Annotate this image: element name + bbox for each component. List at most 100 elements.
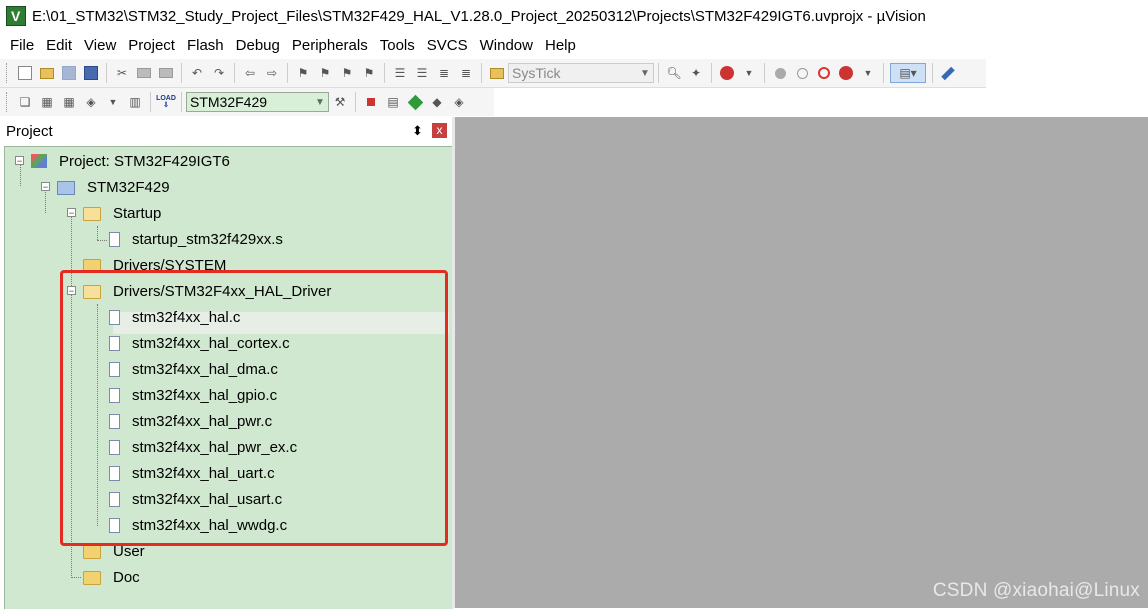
uncomment-icon[interactable]: ≣ xyxy=(457,64,475,82)
menu-help[interactable]: Help xyxy=(539,37,582,54)
watermark: CSDN @xiaohai@Linux xyxy=(932,580,1140,601)
copy-icon[interactable] xyxy=(135,64,153,82)
new-file-icon[interactable] xyxy=(16,64,34,82)
redo-icon[interactable]: ↷ xyxy=(210,64,228,82)
editor-workspace xyxy=(455,117,1148,608)
tree-file[interactable]: startup_stm32f429xx.s xyxy=(109,228,283,250)
rebuild-icon[interactable]: ▦ xyxy=(60,93,78,111)
incremental-find-icon[interactable]: ✦ xyxy=(687,64,705,82)
tree-group-startup[interactable]: Startup xyxy=(83,202,161,224)
navigate-back-icon[interactable]: ⇦ xyxy=(241,64,259,82)
pin-icon[interactable]: ⬍ xyxy=(412,123,423,139)
collapse-toggle[interactable]: − xyxy=(41,182,50,192)
menu-flash[interactable]: Flash xyxy=(181,37,230,54)
menu-tools[interactable]: Tools xyxy=(374,37,421,54)
window-layout-icon[interactable]: ▤▾ xyxy=(890,63,926,83)
insert-bookmark-icon[interactable]: ⚑ xyxy=(294,64,312,82)
menu-peripherals[interactable]: Peripherals xyxy=(286,37,374,54)
paste-icon[interactable] xyxy=(157,64,175,82)
kill-breakpoints-icon[interactable] xyxy=(837,64,855,82)
toolbar-empty-area xyxy=(986,59,1148,116)
toolbar-separator xyxy=(150,92,151,112)
stop-build-icon[interactable]: ▥ xyxy=(126,93,144,111)
open-file-icon[interactable] xyxy=(38,64,56,82)
clear-bookmarks-icon[interactable]: ⚑ xyxy=(360,64,378,82)
toolbar-grip[interactable] xyxy=(6,63,10,83)
build-icon[interactable]: ▦ xyxy=(38,93,56,111)
file-extensions-icon[interactable]: ▤ xyxy=(384,93,402,111)
toolbar-grip[interactable] xyxy=(6,92,10,112)
chevron-down-icon[interactable]: ▼ xyxy=(637,68,653,79)
translate-icon[interactable]: ❏ xyxy=(16,93,34,111)
pack-installer-icon[interactable]: ◈ xyxy=(450,93,468,111)
batch-build-icon[interactable]: ◈ xyxy=(82,93,100,111)
toolbar-separator xyxy=(181,92,182,112)
tree-line xyxy=(71,577,81,578)
configure-icon[interactable] xyxy=(939,64,957,82)
undo-icon[interactable]: ↶ xyxy=(188,64,206,82)
menu-edit[interactable]: Edit xyxy=(40,37,78,54)
select-packs-icon[interactable]: ◆ xyxy=(428,93,446,111)
tree-project-root[interactable]: Project: STM32F429IGT6 xyxy=(31,150,230,172)
menu-debug[interactable]: Debug xyxy=(230,37,286,54)
file-toolbar: ✂ ↶ ↷ ⇦ ⇨ ⚑ ⚑ ⚑ ⚑ ☰ ☰ ≣ ≣ SysTick ▼ 🔍︎ ✦… xyxy=(0,59,986,88)
collapse-toggle[interactable]: − xyxy=(15,156,24,166)
toolbar-separator xyxy=(932,63,933,83)
toolbar-separator xyxy=(355,92,356,112)
download-icon[interactable]: LOAD ⇩ xyxy=(156,93,176,111)
folder-open-icon xyxy=(83,207,101,221)
tree-file-label: startup_stm32f429xx.s xyxy=(132,230,283,248)
unindent-icon[interactable]: ☰ xyxy=(413,64,431,82)
disable-breakpoints-icon[interactable] xyxy=(815,64,833,82)
find-icon[interactable]: 🔍︎ xyxy=(665,64,683,82)
build-toolbar: ❏ ▦ ▦ ◈ ▼ ▥ LOAD ⇩ STM32F429 ▼ ⚒ ▤ ◆ ◈ xyxy=(0,88,494,116)
close-icon[interactable]: x xyxy=(432,123,447,138)
load-label: LOAD xyxy=(156,95,176,102)
enable-breakpoint-icon[interactable] xyxy=(793,64,811,82)
title-bar: E:\01_STM32\STM32_Study_Project_Files\ST… xyxy=(0,0,1148,32)
cut-icon[interactable]: ✂ xyxy=(113,64,131,82)
toolbar-separator xyxy=(384,63,385,83)
menu-file[interactable]: File xyxy=(0,37,40,54)
panel-title: Project xyxy=(6,122,53,140)
save-all-icon[interactable] xyxy=(82,64,100,82)
menu-svcs[interactable]: SVCS xyxy=(421,37,474,54)
folder-icon xyxy=(83,545,101,559)
target-options-icon[interactable]: ⚒ xyxy=(331,93,349,111)
manage-rte-icon[interactable] xyxy=(406,93,424,111)
menu-window[interactable]: Window xyxy=(474,37,539,54)
toolbar-separator xyxy=(711,63,712,83)
toolbar-separator xyxy=(481,63,482,83)
toolbar-separator xyxy=(764,63,765,83)
menu-view[interactable]: View xyxy=(78,37,122,54)
find-combo[interactable]: SysTick ▼ xyxy=(508,63,654,83)
tree-group-label: Startup xyxy=(113,204,162,222)
next-bookmark-icon[interactable]: ⚑ xyxy=(338,64,356,82)
chevron-down-icon[interactable]: ▼ xyxy=(312,97,328,108)
save-icon[interactable] xyxy=(60,64,78,82)
tree-group-label: Doc xyxy=(113,568,140,586)
breakpoints-dropdown-icon[interactable]: ▼ xyxy=(859,64,877,82)
tree-line xyxy=(97,226,98,240)
file-icon xyxy=(109,231,120,247)
debug-session-icon[interactable] xyxy=(718,64,736,82)
folder-icon xyxy=(83,571,101,585)
tree-target[interactable]: STM32F429 xyxy=(57,176,170,198)
collapse-toggle[interactable]: − xyxy=(67,208,76,218)
toolbar-separator xyxy=(658,63,659,83)
tree-line xyxy=(97,240,107,241)
menu-project[interactable]: Project xyxy=(122,37,181,54)
insert-breakpoint-icon[interactable] xyxy=(771,64,789,82)
tree-group-doc[interactable]: Doc xyxy=(83,566,140,588)
indent-icon[interactable]: ☰ xyxy=(391,64,409,82)
debug-dropdown-icon[interactable]: ▼ xyxy=(740,64,758,82)
tree-target-label: STM32F429 xyxy=(87,178,170,196)
previous-bookmark-icon[interactable]: ⚑ xyxy=(316,64,334,82)
comment-icon[interactable]: ≣ xyxy=(435,64,453,82)
batch-dropdown-icon[interactable]: ▼ xyxy=(104,93,122,111)
toolbar-separator xyxy=(287,63,288,83)
target-select[interactable]: STM32F429 ▼ xyxy=(186,92,329,112)
navigate-forward-icon[interactable]: ⇨ xyxy=(263,64,281,82)
find-in-files-icon[interactable] xyxy=(488,64,506,82)
manage-project-items-icon[interactable] xyxy=(362,93,380,111)
